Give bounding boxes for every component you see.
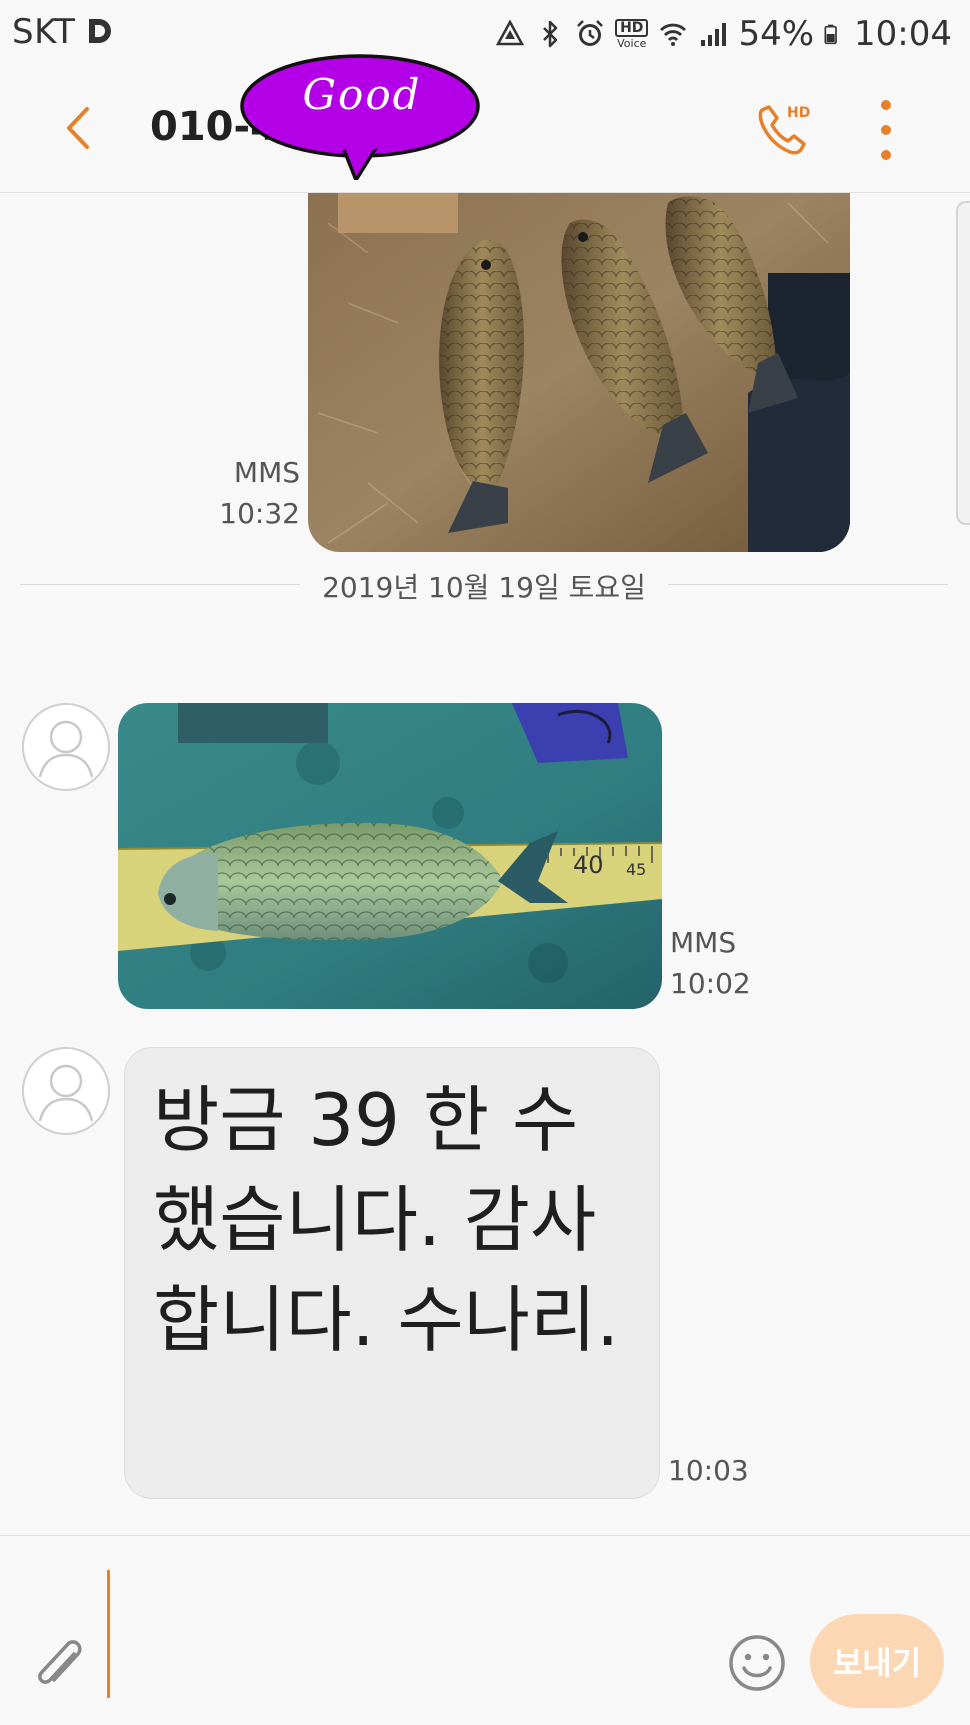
text-cursor — [107, 1570, 110, 1698]
date-separator-text: 2019년 10월 19일 토요일 — [300, 571, 668, 604]
hd-label: HD — [615, 19, 649, 37]
bluetooth-icon — [543, 20, 558, 48]
send-button[interactable]: 보내기 — [810, 1614, 944, 1708]
avatar-placeholder-icon — [38, 1064, 94, 1122]
signal-icon — [701, 23, 727, 46]
scrollbar[interactable] — [956, 201, 970, 525]
conversation-header: 010-4 Good HD — [0, 54, 970, 193]
more-options-button[interactable] — [868, 100, 904, 160]
data-saver-icon — [495, 19, 525, 46]
mms-photo-received[interactable]: 40 45 — [118, 703, 662, 1009]
three-fish-photo — [308, 193, 850, 552]
good-sticker: Good — [236, 50, 488, 182]
mms-photo-sent[interactable] — [308, 193, 850, 552]
call-hd-badge: HD — [787, 105, 810, 121]
message-text: 방금 39 한 수 했습니다. 감사합니다. 수나리. — [153, 1078, 620, 1362]
clock: 10:04 — [854, 14, 952, 54]
battery-icon — [824, 24, 837, 45]
ruler-mark: 40 — [573, 851, 604, 879]
compose-bar: 보내기 — [0, 1535, 970, 1725]
contact-avatar[interactable] — [22, 703, 110, 791]
message-type-label: MMS — [670, 926, 737, 959]
emoji-icon — [729, 1635, 785, 1691]
carrier-label: SKT — [12, 12, 76, 52]
message-input[interactable] — [120, 1576, 714, 1698]
wifi-icon — [660, 23, 687, 46]
message-time: 10:03 — [668, 1454, 749, 1487]
fish-on-ruler-photo: 40 45 — [118, 703, 662, 1009]
message-meta: 10:03 — [668, 1451, 768, 1492]
back-button[interactable] — [48, 98, 108, 158]
status-icons: HD Voice 54% 10:04 — [495, 12, 952, 56]
emoji-button[interactable] — [726, 1632, 788, 1694]
message-type-label: MMS — [233, 456, 300, 489]
avatar-placeholder-icon — [38, 720, 94, 778]
d-app-icon — [89, 19, 111, 43]
voice-label: Voice — [617, 37, 647, 50]
hd-voice-icon: HD Voice — [615, 19, 649, 50]
more-vert-icon — [881, 100, 891, 110]
hd-call-button[interactable]: HD — [750, 96, 816, 162]
hd-call-icon: HD — [758, 105, 810, 155]
message-bubble-received[interactable]: 방금 39 한 수 했습니다. 감사합니다. 수나리. — [124, 1047, 660, 1499]
attach-button[interactable] — [30, 1632, 90, 1698]
ruler-mark: 45 — [626, 860, 646, 879]
back-arrow-icon — [67, 107, 89, 149]
contact-avatar[interactable] — [22, 1047, 110, 1135]
conversation-list[interactable]: MMS 10:32 2019년 10월 19일 토요일 40 45 MMS 10… — [0, 193, 970, 1535]
attach-icon — [38, 1640, 82, 1684]
alarm-icon — [577, 20, 603, 46]
message-meta: MMS 10:02 — [670, 923, 770, 1004]
battery-percent: 54% — [738, 14, 815, 54]
sticker-text: Good — [302, 70, 422, 119]
message-meta: MMS 10:32 — [200, 453, 300, 534]
date-separator: 2019년 10월 19일 토요일 — [20, 560, 948, 610]
message-time: 10:32 — [219, 496, 300, 530]
message-time: 10:02 — [670, 966, 751, 1000]
